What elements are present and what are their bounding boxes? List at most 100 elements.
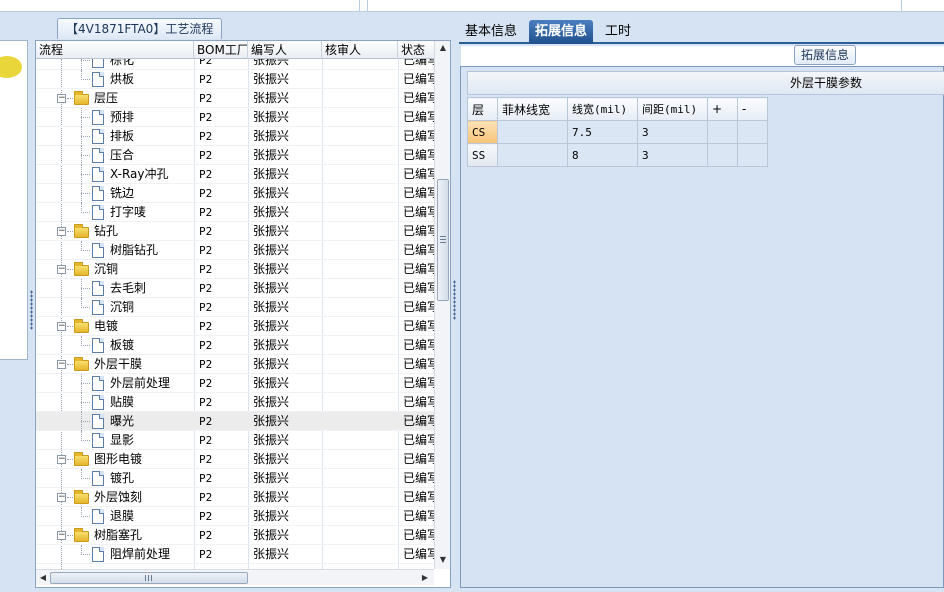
param-header-film-width[interactable]: 菲林线宽 xyxy=(497,97,568,121)
tree-step-row[interactable]: 沉铜 P2 张振兴 已编写 xyxy=(36,298,434,317)
tree-step-row[interactable]: 排板 P2 张振兴 已编写 xyxy=(36,127,434,146)
param-cell-plus[interactable] xyxy=(707,143,738,167)
column-header-reviewer[interactable]: 核审人 xyxy=(322,41,398,59)
tree-step-row[interactable]: 去毛刺 P2 张振兴 已编写 xyxy=(36,279,434,298)
document-icon xyxy=(92,110,104,125)
scroll-left-arrow-icon[interactable]: ◀ xyxy=(36,570,50,586)
param-cell-film-width[interactable] xyxy=(497,120,568,144)
tree-group-row[interactable]: − 外层干膜 P2 张振兴 已编写 xyxy=(36,355,434,374)
writer-cell: 张振兴 xyxy=(253,509,290,523)
tree-step-row[interactable]: 板镀 P2 张振兴 已编写 xyxy=(36,336,434,355)
param-cell-spacing[interactable]: 3 xyxy=(637,120,708,144)
detail-tab-bar: 基本信息 拓展信息 工时 xyxy=(459,18,944,44)
middle-splitter-handle[interactable] xyxy=(453,280,456,320)
param-header-layer[interactable]: 层 xyxy=(467,97,498,121)
left-collapsed-panel[interactable] xyxy=(0,40,28,360)
tree-step-row[interactable]: 树脂钻孔 P2 张振兴 已编写 xyxy=(36,241,434,260)
param-cell-spacing[interactable]: 3 xyxy=(637,143,708,167)
status-cell: 已编写 xyxy=(403,509,434,523)
tree-group-row[interactable]: − 沉铜 P2 张振兴 已编写 xyxy=(36,260,434,279)
tree-step-row[interactable]: 显影 P2 张振兴 已编写 xyxy=(36,431,434,450)
param-header-spacing[interactable]: 间距(mil) xyxy=(637,97,708,121)
tree-group-row[interactable]: − 树脂塞孔 P2 张振兴 已编写 xyxy=(36,526,434,545)
status-cell: 已编写 xyxy=(403,433,434,447)
param-header-minus[interactable]: - xyxy=(737,97,768,121)
tree-step-row[interactable]: 阻焊前处理 P2 张振兴 已编写 xyxy=(36,545,434,564)
document-icon xyxy=(92,547,104,562)
document-icon xyxy=(92,338,104,353)
chat-bubble-icon[interactable] xyxy=(0,56,22,78)
tree-step-row[interactable]: X-Ray冲孔 P2 张振兴 已编写 xyxy=(36,165,434,184)
tree-step-row[interactable]: 棕化 P2 张振兴 已编写 xyxy=(36,59,434,70)
tab-basic-info[interactable]: 基本信息 xyxy=(459,20,523,44)
scroll-down-arrow-icon[interactable]: ▼ xyxy=(435,553,450,567)
bom-factory-cell: P2 xyxy=(199,491,213,504)
bom-factory-cell: P2 xyxy=(199,358,213,371)
param-cell-minus[interactable] xyxy=(737,143,768,167)
tree-step-row[interactable]: 外层前处理 P2 张振兴 已编写 xyxy=(36,374,434,393)
tree-step-row[interactable]: 烘板 P2 张振兴 已编写 xyxy=(36,70,434,89)
tree-group-row[interactable]: − 层压 P2 张振兴 已编写 xyxy=(36,89,434,108)
tree-step-row[interactable]: 退膜 P2 张振兴 已编写 xyxy=(36,507,434,526)
section-title: 外层干膜参数 xyxy=(467,71,944,95)
vertical-scroll-thumb[interactable] xyxy=(437,179,449,301)
tree-step-row[interactable]: 预排 P2 张振兴 已编写 xyxy=(36,108,434,127)
writer-cell: 张振兴 xyxy=(253,338,290,352)
bom-factory-cell: P2 xyxy=(199,111,213,124)
param-cell-layer[interactable]: CS xyxy=(467,120,498,144)
expand-collapse-icon[interactable]: − xyxy=(57,360,66,369)
column-header-status[interactable]: 状态 xyxy=(398,41,434,59)
document-icon xyxy=(92,376,104,391)
tab-work-hours[interactable]: 工时 xyxy=(599,20,637,44)
expand-collapse-icon[interactable]: − xyxy=(57,227,66,236)
tree-group-row[interactable]: − 图形电镀 P2 张振兴 已编写 xyxy=(36,450,434,469)
expand-collapse-icon[interactable]: − xyxy=(57,322,66,331)
tab-extended-info[interactable]: 拓展信息 xyxy=(529,20,594,44)
document-icon xyxy=(92,395,104,410)
tree-node-label: 去毛刺 xyxy=(110,281,147,295)
tree-step-row[interactable]: 贴膜 P2 张振兴 已编写 xyxy=(36,393,434,412)
tree-step-row[interactable]: 曝光 P2 张振兴 已编写 xyxy=(36,412,434,431)
tree-step-row[interactable]: 打字唛 P2 张振兴 已编写 xyxy=(36,203,434,222)
tree-step-row[interactable]: 镀孔 P2 张振兴 已编写 xyxy=(36,469,434,488)
param-cell-plus[interactable] xyxy=(707,120,738,144)
param-cell-line-width[interactable]: 8 xyxy=(567,143,638,167)
param-cell-line-width[interactable]: 7.5 xyxy=(567,120,638,144)
horizontal-scroll-thumb[interactable] xyxy=(50,572,248,584)
outer-dry-film-param-table: 层 菲林线宽 线宽(mil) 间距(mil) + - CS 7.5 3 SS 8… xyxy=(467,97,768,167)
status-cell: 已编写 xyxy=(403,471,434,485)
horizontal-scrollbar[interactable]: ◀ ▶ xyxy=(36,569,434,585)
tree-node-label: 沉铜 xyxy=(110,300,135,314)
column-header-writer[interactable]: 编写人 xyxy=(248,41,322,59)
status-cell: 已编写 xyxy=(403,547,434,561)
column-header-process[interactable]: 流程 xyxy=(36,41,194,59)
param-cell-film-width[interactable] xyxy=(497,143,568,167)
vertical-scrollbar[interactable]: ▲ ▼ xyxy=(434,41,450,569)
tree-step-row[interactable]: 铣边 P2 张振兴 已编写 xyxy=(36,184,434,203)
param-header-line-width[interactable]: 线宽(mil) xyxy=(567,97,638,121)
writer-cell: 张振兴 xyxy=(253,243,290,257)
bom-factory-cell: P2 xyxy=(199,225,213,238)
tree-group-row[interactable]: − 钻孔 P2 张振兴 已编写 xyxy=(36,222,434,241)
expand-collapse-icon[interactable]: − xyxy=(57,493,66,502)
scroll-up-arrow-icon[interactable]: ▲ xyxy=(435,41,450,55)
tree-step-row[interactable]: 压合 P2 张振兴 已编写 xyxy=(36,146,434,165)
expand-collapse-icon[interactable]: − xyxy=(57,531,66,540)
bom-factory-cell: P2 xyxy=(199,548,213,561)
tree-group-row[interactable]: − 外层蚀刻 P2 张振兴 已编写 xyxy=(36,488,434,507)
folder-icon xyxy=(74,224,89,238)
folder-icon xyxy=(74,319,89,333)
process-flow-tab[interactable]: 【4V1871FTA0】工艺流程 xyxy=(57,18,223,39)
scroll-right-arrow-icon[interactable]: ▶ xyxy=(418,570,432,586)
tree-group-row[interactable]: − 电镀 P2 张振兴 已编写 xyxy=(36,317,434,336)
param-header-plus[interactable]: + xyxy=(707,97,738,121)
left-splitter-handle[interactable] xyxy=(30,290,33,330)
column-header-bom-factory[interactable]: BOM工厂 xyxy=(194,41,248,59)
expand-collapse-icon[interactable]: − xyxy=(57,265,66,274)
expand-collapse-icon[interactable]: − xyxy=(57,455,66,464)
bom-factory-cell: P2 xyxy=(199,377,213,390)
bom-factory-cell: P2 xyxy=(199,244,213,257)
param-cell-layer[interactable]: SS xyxy=(467,143,498,167)
expand-collapse-icon[interactable]: − xyxy=(57,94,66,103)
param-cell-minus[interactable] xyxy=(737,120,768,144)
